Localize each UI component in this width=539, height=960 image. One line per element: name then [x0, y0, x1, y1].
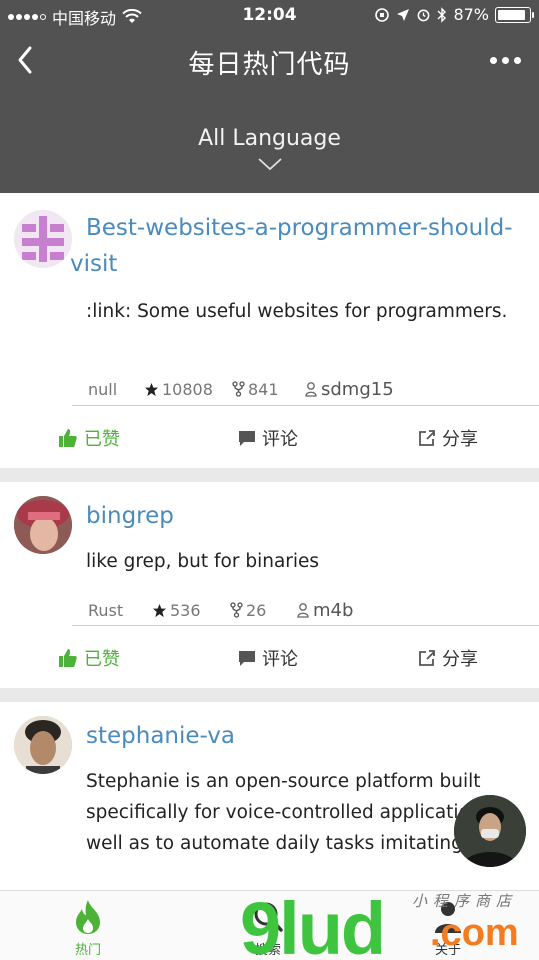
action-bar: 已赞 评论 分享 — [0, 635, 539, 679]
watermark-script: 小程序商店 — [412, 892, 518, 910]
divider — [72, 405, 539, 406]
repo-description: :link: Some useful websites for programm… — [86, 301, 508, 322]
comment-icon — [239, 651, 255, 666]
tab-hot[interactable]: 热门 — [38, 899, 138, 958]
bluetooth-icon — [437, 6, 447, 23]
action-bar: 已赞 评论 分享 — [0, 415, 539, 459]
like-label: 已赞 — [84, 649, 120, 670]
comment-label: 评论 — [262, 429, 298, 450]
repo-name[interactable]: bingrep — [86, 498, 519, 534]
repo-card[interactable]: stephanie-va Stephanie is an open-source… — [0, 702, 539, 890]
fork-count: 841 — [248, 379, 279, 399]
user-icon — [297, 603, 309, 618]
comment-label: 评论 — [262, 649, 298, 670]
fork-icon — [230, 602, 243, 618]
nav-bar: 每日热门代码 — [0, 32, 539, 88]
star-count: 536 — [170, 600, 201, 620]
fork-count: 26 — [246, 600, 267, 620]
comment-icon — [239, 431, 255, 446]
avatar[interactable] — [14, 716, 72, 774]
repo-card[interactable]: bingrep like grep, but for binaries Rust… — [0, 482, 539, 688]
share-icon — [419, 430, 435, 446]
author-name[interactable]: m4b — [313, 600, 353, 621]
page-title: 每日热门代码 — [188, 50, 351, 80]
card-separator — [0, 468, 539, 482]
like-label: 已赞 — [84, 429, 120, 450]
star-icon — [144, 382, 159, 396]
star-count: 10808 — [162, 379, 213, 399]
share-label: 分享 — [442, 429, 478, 450]
repo-description: like grep, but for binaries — [86, 551, 320, 572]
repo-name[interactable]: stephanie-va — [86, 718, 519, 754]
thumbs-up-icon — [59, 429, 77, 447]
watermark-main: 9lud — [240, 887, 386, 960]
header: 中国移动 12:04 87% 每日热门代码 All Language — [0, 0, 539, 193]
repo-meta: null 10808 841 sdmg15 — [88, 374, 539, 404]
repo-language: Rust — [88, 600, 124, 620]
status-bar: 中国移动 12:04 87% — [0, 0, 539, 32]
share-icon — [419, 650, 435, 666]
divider — [72, 625, 539, 626]
watermark-suffix: .com — [430, 912, 519, 954]
fork-icon — [232, 381, 245, 397]
comment-button[interactable]: 评论 — [238, 425, 298, 451]
user-icon — [305, 382, 317, 397]
card-separator — [0, 688, 539, 702]
avatar[interactable] — [14, 496, 72, 554]
language-label: All Language — [198, 126, 341, 151]
thumbs-up-icon — [59, 649, 77, 667]
share-button[interactable]: 分享 — [418, 425, 478, 451]
repo-meta: Rust 536 26 m4b — [88, 595, 539, 625]
chevron-down-icon — [257, 158, 282, 171]
like-button[interactable]: 已赞 — [58, 425, 120, 451]
share-button[interactable]: 分享 — [418, 645, 478, 671]
watermark-logo: 9lud .com 小程序商店 — [240, 887, 519, 960]
avatar[interactable] — [14, 210, 72, 268]
repo-name[interactable]: Best-websites-a-programmer-should-visit — [70, 210, 519, 282]
location-icon — [397, 8, 410, 21]
more-button[interactable] — [485, 44, 525, 76]
like-button[interactable]: 已赞 — [58, 645, 120, 671]
floating-avatar[interactable] — [454, 795, 526, 867]
star-icon — [152, 603, 167, 617]
flame-icon — [76, 900, 100, 934]
share-label: 分享 — [442, 649, 478, 670]
author-name[interactable]: sdmg15 — [321, 379, 394, 400]
repo-description: Stephanie is an open-source platform bui… — [86, 771, 519, 854]
alarm-icon — [418, 9, 430, 22]
orientation-lock-icon — [375, 7, 390, 22]
battery-icon — [495, 6, 534, 23]
comment-button[interactable]: 评论 — [238, 645, 298, 671]
language-selector[interactable]: All Language — [0, 120, 539, 190]
tab-hot-label: 热门 — [74, 943, 101, 958]
repo-language: null — [88, 379, 118, 399]
status-right: 87% — [374, 5, 534, 24]
repo-card[interactable]: Best-websites-a-programmer-should-visit … — [0, 193, 539, 468]
battery-percent: 87% — [453, 5, 489, 24]
